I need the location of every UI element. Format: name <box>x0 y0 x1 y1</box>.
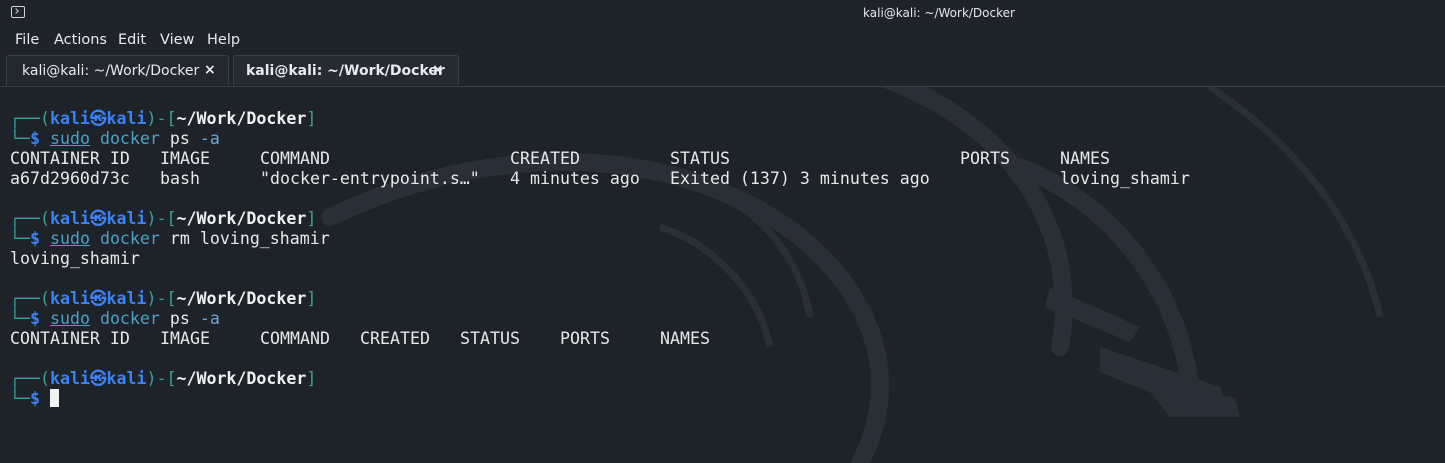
command-line[interactable]: └─$ <box>10 389 59 409</box>
window-title: kali@kali: ~/Work/Docker <box>863 6 1015 20</box>
tab-2[interactable]: kali@kali: ~/Work/Docker × <box>233 55 459 85</box>
menu-help[interactable]: Help <box>207 32 240 48</box>
command-line: └─$ sudo docker ps -a <box>10 309 220 328</box>
menu-view[interactable]: View <box>160 32 194 48</box>
menu-file[interactable]: File <box>15 32 39 48</box>
table-header: CONTAINER ID IMAGE COMMAND CREATED STATU… <box>10 329 710 348</box>
menu-edit[interactable]: Edit <box>118 32 146 48</box>
table-row: a67d2960d73c bash "docker-entrypoint.s…"… <box>10 169 1190 188</box>
tab-1[interactable]: kali@kali: ~/Work/Docker × <box>6 55 229 85</box>
prompt-line: ┌──(kali㉿kali)-[~/Work/Docker] <box>10 369 317 388</box>
tab-label: kali@kali: ~/Work/Docker <box>246 63 445 79</box>
prompt-line: ┌──(kali㉿kali)-[~/Work/Docker] <box>10 109 317 128</box>
terminal-area[interactable]: ┌──(kali㉿kali)-[~/Work/Docker] └─$ sudo … <box>0 87 1445 463</box>
menu-actions[interactable]: Actions <box>54 32 107 48</box>
command-output: loving_shamir <box>10 249 140 268</box>
table-header: CONTAINER ID IMAGE COMMAND CREATED STATU… <box>10 149 1110 168</box>
menu-bar: File Actions Edit View Help <box>0 28 1445 54</box>
tab-label: kali@kali: ~/Work/Docker <box>22 63 200 79</box>
title-bar: kali@kali: ~/Work/Docker <box>0 0 1445 28</box>
command-line: └─$ sudo docker rm loving_shamir <box>10 229 330 248</box>
close-icon[interactable]: × <box>204 62 216 78</box>
prompt-line: ┌──(kali㉿kali)-[~/Work/Docker] <box>10 289 317 308</box>
prompt-line: ┌──(kali㉿kali)-[~/Work/Docker] <box>10 209 317 228</box>
close-icon[interactable]: × <box>432 62 444 78</box>
text-cursor <box>49 389 59 407</box>
tab-bar: kali@kali: ~/Work/Docker × kali@kali: ~/… <box>0 54 1445 87</box>
command-line: └─$ sudo docker ps -a <box>10 129 220 148</box>
